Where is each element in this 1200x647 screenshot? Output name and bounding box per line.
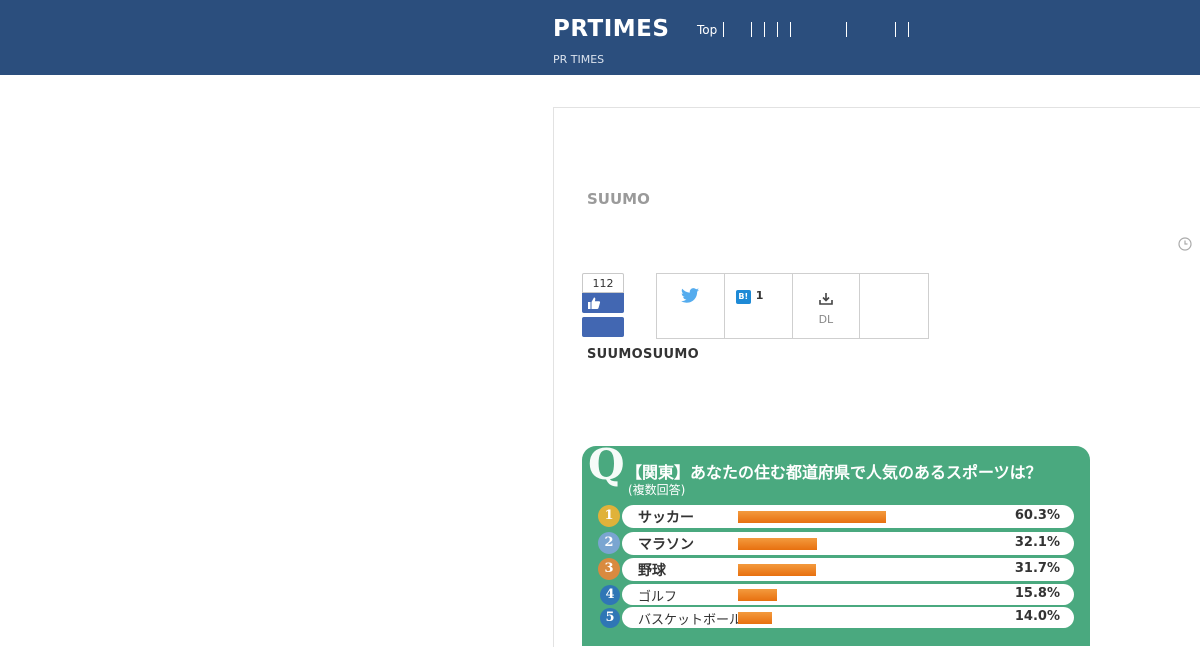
ranking-row: 4 ゴルフ 15.8% [600,584,1074,605]
rank-medal: 1 [598,505,620,527]
sport-label: ゴルフ [638,590,678,605]
nav-separator [751,22,752,37]
site-header: PRTIMES Top PR TIMES [0,0,1200,75]
sport-label: 野球 [638,563,666,579]
percentage-bar [738,612,773,624]
percentage-bar [738,538,817,550]
download-button[interactable]: DL [793,274,861,338]
percentage-bar [738,589,777,601]
twitter-share-button[interactable] [657,274,725,338]
share-extra-button[interactable] [860,274,928,338]
percentage-value: 31.7% [1014,561,1060,576]
press-release-source: SUUMOSUUMO [587,347,699,362]
facebook-like-button[interactable] [582,293,624,313]
percentage-value: 32.1% [1014,535,1060,550]
download-label: DL [818,313,834,326]
nav-separator [764,22,765,37]
ranking-row: 1 サッカー 60.3% [598,505,1074,528]
nav-separator [723,22,724,37]
hatena-bookmark-button[interactable]: B! 1 [725,274,793,338]
company-name[interactable]: SUUMO [587,190,650,208]
ranking-row: 5 バスケットボール 14.0% [600,607,1074,628]
like-count: 112 [582,273,624,293]
percentage-value: 15.8% [1014,586,1060,601]
hatena-count: 1 [755,289,764,302]
rank-badge: 5 [600,608,620,628]
share-toolbar: B! 1 DL [656,273,929,339]
rank-medal: 3 [598,558,620,580]
rank-medal: 2 [598,532,620,554]
sport-label: サッカー [638,510,694,526]
nav-item-top[interactable]: Top [697,23,717,37]
nav-separator [908,22,909,37]
download-icon [818,293,833,305]
infographic-title: 【関東】あなたの住む都道府県で人気のあるスポーツは？ [626,463,1042,482]
survey-infographic[interactable]: Q 【関東】あなたの住む都道府県で人気のあるスポーツは？ (複数回答) 1 サッ… [582,446,1090,646]
nav-separator [846,22,847,37]
percentage-value: 14.0% [1014,609,1060,624]
hatena-icon: B! [735,290,751,304]
facebook-share-button[interactable] [582,317,624,337]
nav-separator [790,22,791,37]
ranking-row: 2 マラソン 32.1% [598,532,1074,555]
rank-badge: 4 [600,585,620,605]
prtimes-logo[interactable]: PRTIMES [553,16,669,42]
q-mark: Q [588,446,625,489]
thumbs-up-icon [588,297,601,309]
header-sublabel[interactable]: PR TIMES [553,53,604,66]
twitter-icon [681,288,699,303]
percentage-value: 60.3% [1014,508,1060,523]
percentage-bar [738,564,816,576]
ranking-row: 3 野球 31.7% [598,558,1074,581]
clock-icon [1178,237,1192,251]
infographic-subtitle: (複数回答) [628,483,686,497]
sport-label: バスケットボール [638,613,743,628]
main-nav: Top [697,22,717,38]
sport-label: マラソン [638,537,694,553]
percentage-bar [738,511,886,523]
nav-separator [777,22,778,37]
nav-separator [895,22,896,37]
